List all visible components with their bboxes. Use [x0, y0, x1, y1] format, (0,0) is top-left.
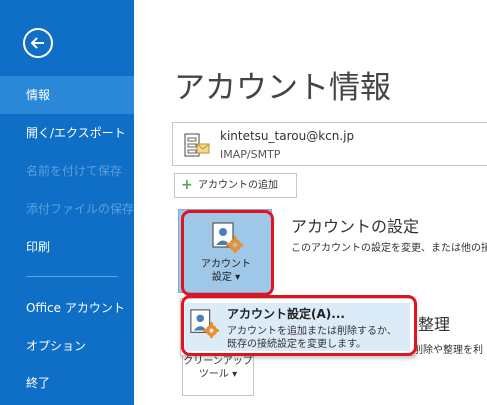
sidebar-item-save-attachments: 添付ファイルの保存	[0, 190, 134, 228]
sidebar-item-label: Office アカウント	[26, 301, 125, 315]
sidebar-item-office-account[interactable]: Office アカウント	[0, 289, 134, 327]
account-card-icon	[184, 132, 210, 162]
sidebar-item-label: 印刷	[26, 240, 51, 254]
plus-icon: +	[181, 177, 193, 193]
backstage-sidebar: 情報 開く/エクスポート 名前を付けて保存 添付ファイルの保存 印刷 Offic…	[0, 0, 134, 405]
sidebar-divider	[26, 276, 118, 277]
sidebar-item-options[interactable]: オプション	[0, 327, 134, 365]
sidebar-item-print[interactable]: 印刷	[0, 228, 134, 266]
sidebar-item-label: 開く/エクスポート	[26, 126, 126, 140]
sidebar-item-save-as: 名前を付けて保存	[0, 152, 134, 190]
sidebar-item-open-export[interactable]: 開く/エクスポート	[0, 114, 134, 152]
account-selector[interactable]: kintetsu_tarou@kcn.jp IMAP/SMTP	[172, 122, 487, 166]
sidebar-item-label: オプション	[26, 339, 87, 353]
add-account-label: アカウントの追加	[198, 180, 278, 191]
highlight-account-settings-button	[181, 210, 274, 296]
account-settings-description: このアカウントの設定を変更、または他の接	[291, 243, 487, 254]
sidebar-item-label: 終了	[26, 376, 51, 390]
account-email: kintetsu_tarou@kcn.jp	[220, 129, 355, 143]
sidebar-item-label: 添付ファイルの保存	[26, 202, 135, 216]
cleanup-description: 削除や整理を利	[413, 345, 483, 356]
sidebar-item-info[interactable]: 情報	[0, 76, 134, 114]
page-title: アカウント情報	[174, 70, 391, 106]
highlight-account-settings-menu-item	[181, 295, 417, 356]
sidebar-item-label: 情報	[26, 88, 51, 102]
sidebar-item-label: 名前を付けて保存	[26, 164, 123, 178]
account-settings-heading: アカウントの設定	[291, 217, 420, 236]
account-type: IMAP/SMTP	[220, 148, 281, 161]
cleanup-heading: 整理	[418, 315, 451, 334]
sidebar-item-exit[interactable]: 終了	[0, 364, 134, 402]
add-account-button[interactable]: + アカウントの追加	[174, 173, 297, 198]
back-arrow-icon[interactable]	[23, 28, 53, 58]
